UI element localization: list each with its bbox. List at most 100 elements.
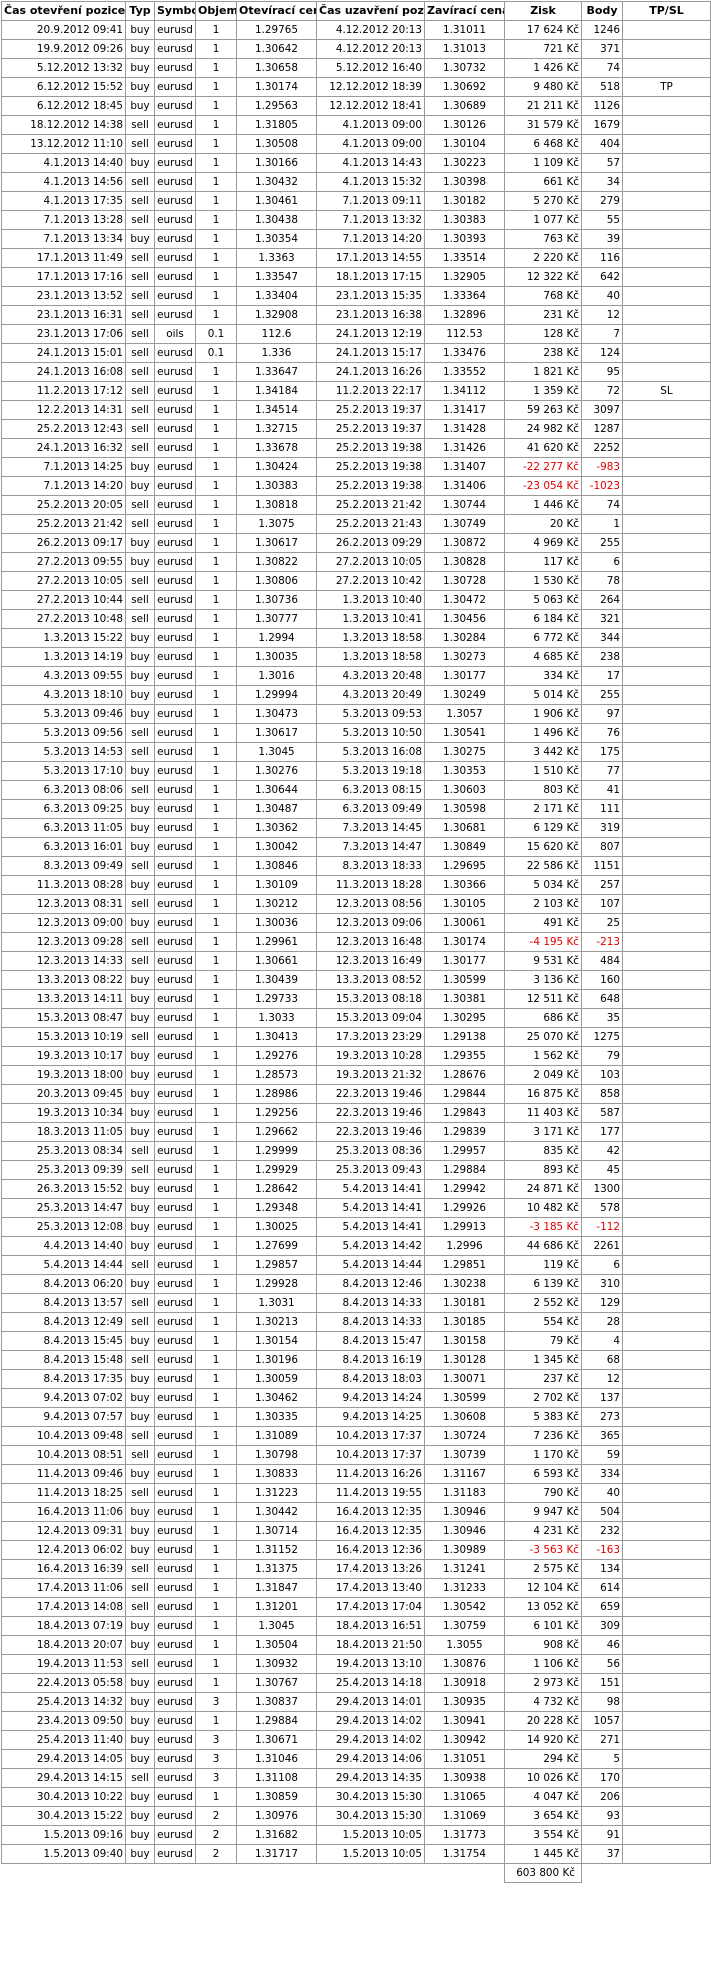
cell-type: buy bbox=[125, 818, 155, 838]
cell-symbol: eurusd bbox=[154, 875, 196, 895]
cell-symbol: eurusd bbox=[154, 1407, 196, 1427]
cell-points: 255 bbox=[581, 533, 623, 553]
cell-tpsl bbox=[622, 1236, 711, 1256]
table-row: 20.3.2013 09:45 buy eurusd 1 1.28986 22.3.201… bbox=[1, 1084, 711, 1104]
cell-profit: 3 171 Kč bbox=[504, 1122, 582, 1142]
cell-close-time: 27.2.2013 10:42 bbox=[316, 571, 425, 591]
cell-profit: 835 Kč bbox=[504, 1141, 582, 1161]
cell-open-time: 11.4.2013 09:46 bbox=[1, 1464, 126, 1484]
cell-volume: 1 bbox=[195, 875, 237, 895]
cell-close-time: 4.1.2013 09:00 bbox=[316, 134, 425, 154]
cell-tpsl bbox=[622, 229, 711, 249]
cell-points: 255 bbox=[581, 685, 623, 705]
cell-close-time: 22.3.2013 19:46 bbox=[316, 1084, 425, 1104]
cell-points: 642 bbox=[581, 267, 623, 287]
cell-open-time: 23.1.2013 16:31 bbox=[1, 305, 126, 325]
cell-open-time: 16.4.2013 11:06 bbox=[1, 1502, 126, 1522]
cell-close-price: 1.30275 bbox=[424, 742, 505, 762]
cell-volume: 1 bbox=[195, 191, 237, 211]
cell-open-time: 20.3.2013 09:45 bbox=[1, 1084, 126, 1104]
cell-type: buy bbox=[125, 457, 155, 477]
cell-volume: 1 bbox=[195, 894, 237, 914]
cell-open-price: 1.3075 bbox=[236, 514, 317, 534]
cell-profit: 5 270 Kč bbox=[504, 191, 582, 211]
cell-symbol: eurusd bbox=[154, 742, 196, 762]
cell-tpsl bbox=[622, 1331, 711, 1351]
cell-open-price: 1.30413 bbox=[236, 1027, 317, 1047]
cell-volume: 1 bbox=[195, 628, 237, 648]
cell-type: buy bbox=[125, 476, 155, 496]
cell-type: buy bbox=[125, 96, 155, 116]
cell-volume: 1 bbox=[195, 1616, 237, 1636]
cell-profit: 9 531 Kč bbox=[504, 951, 582, 971]
cell-close-time: 6.3.2013 08:15 bbox=[316, 780, 425, 800]
cell-tpsl bbox=[622, 39, 711, 59]
cell-profit: 14 920 Kč bbox=[504, 1730, 582, 1750]
cell-close-price: 1.31051 bbox=[424, 1749, 505, 1769]
cell-tpsl bbox=[622, 913, 711, 933]
cell-open-time: 26.3.2013 15:52 bbox=[1, 1179, 126, 1199]
cell-open-time: 12.3.2013 08:31 bbox=[1, 894, 126, 914]
cell-symbol: eurusd bbox=[154, 39, 196, 59]
cell-symbol: eurusd bbox=[154, 1464, 196, 1484]
table-row: 25.3.2013 12:08 buy eurusd 1 1.30025 5.4.2013… bbox=[1, 1217, 711, 1237]
cell-type: buy bbox=[125, 704, 155, 724]
cell-open-time: 8.4.2013 15:48 bbox=[1, 1350, 126, 1370]
cell-symbol: eurusd bbox=[154, 153, 196, 173]
cell-open-price: 1.30736 bbox=[236, 590, 317, 610]
cell-close-price: 1.30238 bbox=[424, 1274, 505, 1294]
cell-volume: 1 bbox=[195, 362, 237, 382]
cell-tpsl bbox=[622, 1483, 711, 1503]
cell-close-time: 11.2.2013 22:17 bbox=[316, 381, 425, 401]
cell-symbol: eurusd bbox=[154, 134, 196, 154]
cell-open-time: 12.3.2013 09:28 bbox=[1, 932, 126, 952]
cell-close-time: 25.2.2013 19:38 bbox=[316, 457, 425, 477]
cell-open-time: 27.2.2013 09:55 bbox=[1, 552, 126, 572]
table-row: 18.4.2013 20:07 buy eurusd 1 1.30504 18.4.201… bbox=[1, 1635, 711, 1655]
cell-tpsl: SL bbox=[622, 381, 711, 401]
cell-volume: 3 bbox=[195, 1768, 237, 1788]
cell-symbol: eurusd bbox=[154, 191, 196, 211]
table-row: 22.4.2013 05:58 buy eurusd 1 1.30767 25.4.201… bbox=[1, 1673, 711, 1693]
cell-type: buy bbox=[125, 1103, 155, 1123]
cell-open-time: 24.1.2013 16:32 bbox=[1, 438, 126, 458]
cell-open-price: 1.31152 bbox=[236, 1540, 317, 1560]
cell-close-price: 1.30724 bbox=[424, 1426, 505, 1446]
cell-close-time: 4.3.2013 20:49 bbox=[316, 685, 425, 705]
cell-volume: 1 bbox=[195, 609, 237, 629]
cell-points: 659 bbox=[581, 1597, 623, 1617]
cell-open-price: 1.34184 bbox=[236, 381, 317, 401]
cell-type: sell bbox=[125, 495, 155, 515]
cell-volume: 1 bbox=[195, 1122, 237, 1142]
cell-symbol: eurusd bbox=[154, 685, 196, 705]
cell-volume: 1 bbox=[195, 913, 237, 933]
cell-points: 12 bbox=[581, 305, 623, 325]
cell-profit: 1 077 Kč bbox=[504, 210, 582, 230]
cell-volume: 1 bbox=[195, 666, 237, 686]
col-header-tpsl: TP/SL bbox=[622, 1, 711, 21]
cell-close-price: 1.29843 bbox=[424, 1103, 505, 1123]
cell-open-time: 25.4.2013 11:40 bbox=[1, 1730, 126, 1750]
cell-type: buy bbox=[125, 533, 155, 553]
cell-type: sell bbox=[125, 191, 155, 211]
cell-profit: 1 906 Kč bbox=[504, 704, 582, 724]
cell-profit: 1 106 Kč bbox=[504, 1654, 582, 1674]
cell-open-price: 1.30473 bbox=[236, 704, 317, 724]
table-row: 27.2.2013 09:55 buy eurusd 1 1.30822 27.2.201… bbox=[1, 552, 711, 572]
cell-symbol: eurusd bbox=[154, 799, 196, 819]
cell-open-time: 24.1.2013 15:01 bbox=[1, 343, 126, 363]
table-row: 12.3.2013 08:31 sell eurusd 1 1.30212 12.3.20… bbox=[1, 894, 711, 914]
cell-symbol: eurusd bbox=[154, 20, 196, 40]
cell-type: buy bbox=[125, 799, 155, 819]
table-row: 8.4.2013 17:35 buy eurusd 1 1.30059 8.4.2013 … bbox=[1, 1369, 711, 1389]
cell-open-price: 1.30362 bbox=[236, 818, 317, 838]
cell-close-price: 1.30398 bbox=[424, 172, 505, 192]
cell-type: buy bbox=[125, 989, 155, 1009]
total-row: 603 800 Kč bbox=[2, 1863, 711, 1883]
cell-symbol: eurusd bbox=[154, 1236, 196, 1256]
cell-type: sell bbox=[125, 305, 155, 325]
cell-profit: 2 220 Kč bbox=[504, 248, 582, 268]
cell-tpsl bbox=[622, 1255, 711, 1275]
cell-tpsl bbox=[622, 1274, 711, 1294]
cell-profit: 1 426 Kč bbox=[504, 58, 582, 78]
